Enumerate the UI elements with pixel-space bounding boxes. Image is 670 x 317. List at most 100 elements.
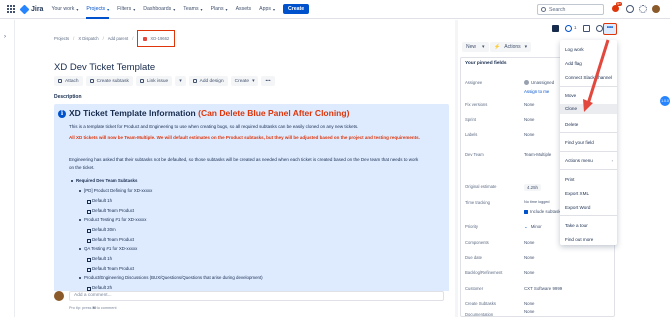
status-dropdown[interactable]: New ▾ — [462, 42, 489, 52]
priority-minor-icon: ⌄ — [524, 224, 528, 229]
create-button[interactable]: Create — [282, 4, 310, 14]
avatar — [524, 80, 529, 85]
field-value-priority[interactable]: ⌄ Minor — [524, 224, 542, 230]
nav-teams[interactable]: Teams ▾ — [183, 6, 202, 12]
chevron-down-icon: ▾ — [225, 6, 228, 12]
attach-button[interactable]: Attach — [54, 76, 83, 86]
menu-item-take-a-tour[interactable]: Take a tour — [565, 223, 588, 228]
page-title[interactable]: XD Dev Ticket Template — [54, 62, 155, 73]
share-icon[interactable] — [595, 25, 603, 32]
breadcrumb-project[interactable]: X Dispatch — [78, 36, 98, 41]
chevron-down-icon: ▾ — [272, 6, 275, 12]
pro-tip: Pro tip: press M to comment — [69, 306, 117, 310]
breadcrumb: Projects / X Dispatch / Add parent / XD-… — [54, 30, 176, 47]
list-item: Required Dev Team Subtasks — [70, 178, 138, 183]
menu-item-connect-slack[interactable]: Connect Slack channel — [565, 75, 612, 80]
scrollbar[interactable] — [455, 20, 458, 317]
floating-help-button[interactable]: 1.0.0 — [660, 96, 670, 106]
assign-to-me-link[interactable]: Assign to me — [524, 89, 549, 94]
menu-item-move[interactable]: Move — [565, 93, 576, 98]
chevron-down-icon: ▾ — [173, 6, 176, 12]
avatar[interactable] — [652, 5, 660, 13]
field-value-customer[interactable]: CXT Software 9999 — [524, 286, 562, 291]
menu-divider — [560, 132, 617, 133]
include-subtasks-checkbox[interactable]: Include subtasks — [524, 209, 563, 214]
gear-icon[interactable] — [639, 5, 647, 13]
create-subtask-button[interactable]: Create subtask — [85, 76, 133, 86]
menu-item-find-out-more[interactable]: Find out more — [565, 237, 593, 242]
field-value-documentation[interactable]: None — [524, 309, 535, 314]
field-label-create-subtasks: Create Subtasks — [465, 301, 496, 306]
menu-divider — [560, 215, 617, 216]
field-value-fix-versions[interactable]: None — [524, 102, 535, 107]
more-actions-button[interactable]: ••• — [603, 23, 617, 35]
bug-icon — [143, 36, 148, 41]
menu-item-log-work[interactable]: Log work — [565, 47, 584, 52]
info-icon: i — [58, 110, 66, 118]
menu-item-print[interactable]: Print — [565, 177, 574, 182]
field-value-backlog-refinement[interactable]: None — [524, 270, 535, 275]
field-value-dev-team[interactable]: Team-Multiple — [524, 152, 551, 157]
menu-item-export-word[interactable]: Export Word — [565, 205, 590, 210]
menu-item-delete[interactable]: Delete — [565, 122, 578, 127]
nav-filters[interactable]: Filters ▾ — [117, 6, 135, 12]
search-input[interactable]: Search — [537, 4, 604, 15]
menu-item-find-your-field[interactable]: Find your field — [565, 140, 594, 145]
menu-item-actions-menu[interactable]: Actions menu — [565, 158, 593, 163]
bell-icon[interactable] — [612, 5, 619, 12]
menu-divider — [560, 169, 617, 170]
chevron-down-icon: ▾ — [524, 44, 528, 50]
more-actions-menu: Log work Add flag Connect Slack channel … — [560, 40, 617, 245]
nav-dashboards[interactable]: Dashboards ▾ — [143, 6, 175, 12]
subtask-icon — [89, 79, 94, 83]
watch-count: 1 — [574, 25, 577, 30]
chevron-down-icon: ▾ — [133, 6, 136, 12]
megaphone-icon[interactable] — [552, 25, 559, 32]
field-value-time-tracking[interactable]: No time logged — [524, 200, 550, 204]
thumbs-up-icon[interactable] — [582, 25, 590, 32]
ticket-id-link[interactable]: XD-19662 — [137, 30, 176, 47]
field-value-create-subtasks[interactable]: None — [524, 301, 535, 306]
lightning-icon: ⚡ — [494, 44, 501, 50]
checkbox-icon — [524, 209, 528, 214]
breadcrumb-add-parent[interactable]: Add parent — [108, 36, 129, 41]
nav-plans[interactable]: Plans ▾ — [211, 6, 228, 12]
field-value-original-estimate[interactable]: 4.25h — [524, 184, 541, 191]
list-item: Default 1h — [86, 256, 113, 262]
field-label-assignee: Assignee — [465, 80, 483, 85]
nav-your-work[interactable]: Your work ▾ — [51, 6, 78, 12]
paperclip-icon — [58, 79, 62, 83]
nav-projects[interactable]: Projects ▾ — [86, 0, 110, 19]
more-actions-icon[interactable]: ••• — [261, 76, 275, 86]
eye-icon[interactable] — [565, 25, 572, 32]
issue-main: Projects / X Dispatch / Add parent / XD-… — [15, 20, 450, 317]
jira-logo[interactable]: Jira — [19, 4, 43, 14]
chevron-right-icon: › — [611, 158, 613, 163]
field-label-sprint: Sprint — [465, 117, 476, 122]
field-value-components[interactable]: None — [524, 240, 535, 245]
field-value-labels[interactable]: None — [524, 132, 535, 137]
menu-item-clone[interactable]: Clone — [560, 104, 617, 114]
comment-input[interactable]: Add a comment... — [69, 291, 444, 301]
chevron-down-icon: ▾ — [200, 6, 203, 12]
create-dropdown-button[interactable]: Create ▾ — [230, 76, 259, 86]
add-design-button[interactable]: Add design — [188, 76, 228, 86]
menu-item-add-flag[interactable]: Add flag — [565, 61, 582, 66]
expand-sidebar-icon[interactable]: › — [4, 34, 6, 40]
list-item: Default Team Product — [86, 208, 135, 214]
info-panel[interactable]: i XD Ticket Template Information (Can De… — [54, 104, 449, 304]
menu-item-export-xml[interactable]: Export XML — [565, 191, 589, 196]
nav-apps[interactable]: Apps ▾ — [259, 6, 275, 12]
menu-divider — [560, 151, 617, 152]
link-issue-button[interactable]: Link issue — [135, 76, 173, 86]
chevron-down-icon: ▾ — [179, 78, 182, 84]
help-icon[interactable] — [626, 5, 634, 13]
field-value-due-date[interactable]: None — [524, 255, 535, 260]
field-value-sprint[interactable]: None — [524, 117, 535, 122]
nav-assets[interactable]: Assets — [236, 6, 252, 12]
link-issue-dropdown[interactable]: ▾ — [175, 76, 186, 86]
breadcrumb-projects[interactable]: Projects — [54, 36, 69, 41]
actions-dropdown[interactable]: ⚡ Actions ▾ — [490, 42, 532, 52]
field-value-assignee[interactable]: Unassigned — [524, 80, 554, 85]
app-switcher-icon[interactable] — [7, 5, 15, 13]
